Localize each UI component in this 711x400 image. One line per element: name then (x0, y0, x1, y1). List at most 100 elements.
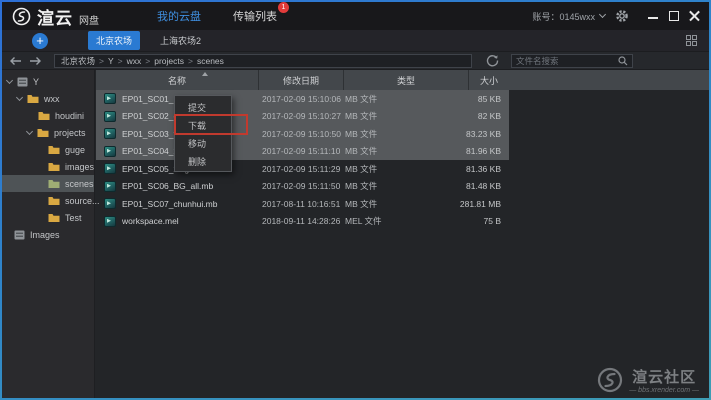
context-menu: 提交 下载 移动 删除 (174, 95, 232, 172)
table-header: 名称 修改日期 类型 大小 (96, 70, 709, 90)
folder-icon (48, 196, 60, 206)
menu-item-delete[interactable]: 删除 (175, 153, 231, 171)
watermark-text: 渲云社区 — bbs.xrender.com — (629, 366, 699, 394)
file-size: 82 KB (399, 111, 509, 121)
maya-file-icon (104, 146, 116, 157)
app-window: 渲云 网盘 我的云盘 传输列表 1 账号：0145wxx (0, 0, 711, 400)
file-table-body: EP01_SC01_kaola 2017-02-09 15:10:06 MB 文… (96, 90, 509, 230)
maya-file-icon (104, 93, 116, 104)
file-size: 75 B (399, 216, 509, 226)
file-date: 2018-09-11 14:28:26 (258, 216, 343, 226)
folder-icon (38, 111, 50, 121)
menu-item-move[interactable]: 移动 (175, 135, 231, 153)
sort-ascending-icon (202, 72, 208, 76)
tree-item-label: source... (65, 196, 100, 206)
file-name: EP01_SC06_BG_all.mb (122, 181, 213, 191)
table-row[interactable]: EP01_SC02_quan 2017-02-09 15:10:27 MB 文件… (96, 108, 509, 126)
drive-icon (17, 77, 28, 87)
mel-file-icon (104, 216, 116, 227)
tree-item-label: scenes (65, 179, 94, 189)
file-date: 2017-02-09 15:11:10 (258, 146, 343, 156)
chevron-expanded-icon[interactable] (6, 76, 13, 83)
minimize-button[interactable] (647, 10, 659, 22)
farm-tab-bar: + 北京农场 上海农场2 (2, 30, 709, 52)
tree-item-images[interactable]: images (2, 158, 94, 175)
tree-item-projects[interactable]: projects (2, 124, 94, 141)
add-farm-button[interactable]: + (32, 33, 48, 49)
tree-item-source[interactable]: source... (2, 192, 94, 209)
file-size: 85 KB (399, 94, 509, 104)
tree-item-label: images (65, 162, 94, 172)
tree-item-guge[interactable]: guge (2, 141, 94, 158)
tab-transfer-list[interactable]: 传输列表 1 (233, 8, 277, 24)
back-arrow-icon[interactable] (9, 56, 22, 66)
column-header-date[interactable]: 修改日期 (258, 70, 343, 90)
tree-item-label: houdini (55, 111, 84, 121)
breadcrumb-separator: > (188, 56, 193, 66)
watermark-title: 渲云社区 (629, 366, 699, 387)
tree-item-test[interactable]: Test (2, 209, 94, 226)
file-type: MB 文件 (343, 145, 399, 157)
file-date: 2017-02-09 15:10:50 (258, 129, 343, 139)
menu-item-download[interactable]: 下载 (175, 117, 231, 135)
file-size: 81.48 KB (399, 181, 509, 191)
tree-item-label: Images (30, 230, 60, 240)
file-type: MB 文件 (343, 93, 399, 105)
tree-item-drive-images[interactable]: Images (2, 226, 94, 243)
folder-icon (48, 213, 60, 223)
maya-file-icon (104, 128, 116, 139)
table-row[interactable]: EP01_SC05_xingzhou.mb 2017-02-09 15:11:2… (96, 160, 509, 178)
search-box (511, 54, 633, 68)
forward-arrow-icon[interactable] (29, 56, 42, 66)
file-type: MB 文件 (343, 128, 399, 140)
chevron-expanded-icon[interactable] (16, 93, 23, 100)
file-size: 281.81 MB (399, 199, 509, 209)
menu-item-submit[interactable]: 提交 (175, 99, 231, 117)
table-row[interactable]: workspace.mel 2018-09-11 14:28:26 MEL 文件… (96, 213, 509, 231)
chevron-expanded-icon[interactable] (26, 127, 33, 134)
tree-item-houdini[interactable]: houdini (2, 107, 94, 124)
search-input[interactable] (516, 56, 618, 66)
column-header-size[interactable]: 大小 (468, 70, 509, 90)
tree-item-drive-y[interactable]: Y (2, 73, 94, 90)
account-menu[interactable]: 账号：0145wxx (532, 10, 605, 23)
file-name: workspace.mel (122, 216, 179, 226)
table-row[interactable]: EP01_SC04_xia.m 2017-02-09 15:11:10 MB 文… (96, 143, 509, 161)
file-type: MB 文件 (343, 180, 399, 192)
tree-item-scenes[interactable]: scenes (2, 175, 94, 192)
maya-file-icon (104, 163, 116, 174)
breadcrumb-segment[interactable]: 北京农场 (61, 55, 95, 67)
breadcrumb-segment[interactable]: projects (154, 56, 184, 66)
breadcrumb[interactable]: 北京农场 > Y > wxx > projects > scenes (54, 54, 472, 68)
column-header-name[interactable]: 名称 (96, 70, 258, 90)
breadcrumb-separator: > (99, 56, 104, 66)
file-type: MB 文件 (343, 110, 399, 122)
column-header-type[interactable]: 类型 (343, 70, 468, 90)
account-label: 账号：0145wxx (532, 10, 595, 23)
farm-tab-shanghai[interactable]: 上海农场2 (152, 31, 209, 50)
table-row[interactable]: EP01_SC06_BG_all.mb 2017-02-09 15:11:50 … (96, 178, 509, 196)
file-name: EP01_SC07_chunhui.mb (122, 199, 217, 209)
navigation-bar: 北京农场 > Y > wxx > projects > scenes (2, 52, 709, 70)
breadcrumb-segment[interactable]: scenes (197, 56, 224, 66)
refresh-icon[interactable] (486, 54, 499, 67)
brand: 渲云 网盘 (12, 4, 99, 29)
breadcrumb-segment[interactable]: Y (108, 56, 114, 66)
table-row[interactable]: EP01_SC01_kaola 2017-02-09 15:10:06 MB 文… (96, 90, 509, 108)
table-row[interactable]: EP01_SC03_tanke 2017-02-09 15:10:50 MB 文… (96, 125, 509, 143)
tree-item-wxx[interactable]: wxx (2, 90, 94, 107)
maya-file-icon (104, 198, 116, 209)
table-row[interactable]: EP01_SC07_chunhui.mb 2017-08-11 10:16:51… (96, 195, 509, 213)
folder-open-icon (48, 179, 60, 189)
settings-gear-icon[interactable] (615, 9, 629, 23)
farm-tab-beijing[interactable]: 北京农场 (88, 31, 140, 50)
title-bar: 渲云 网盘 我的云盘 传输列表 1 账号：0145wxx (2, 2, 709, 30)
search-icon[interactable] (618, 56, 628, 66)
tab-my-cloud-disk[interactable]: 我的云盘 (157, 8, 201, 24)
close-button[interactable] (689, 10, 701, 22)
maximize-button[interactable] (668, 10, 680, 22)
tab-transfer-list-label: 传输列表 (233, 11, 277, 23)
main-nav-tabs: 我的云盘 传输列表 1 (157, 8, 277, 24)
view-grid-icon[interactable] (686, 35, 697, 46)
breadcrumb-segment[interactable]: wxx (127, 56, 142, 66)
